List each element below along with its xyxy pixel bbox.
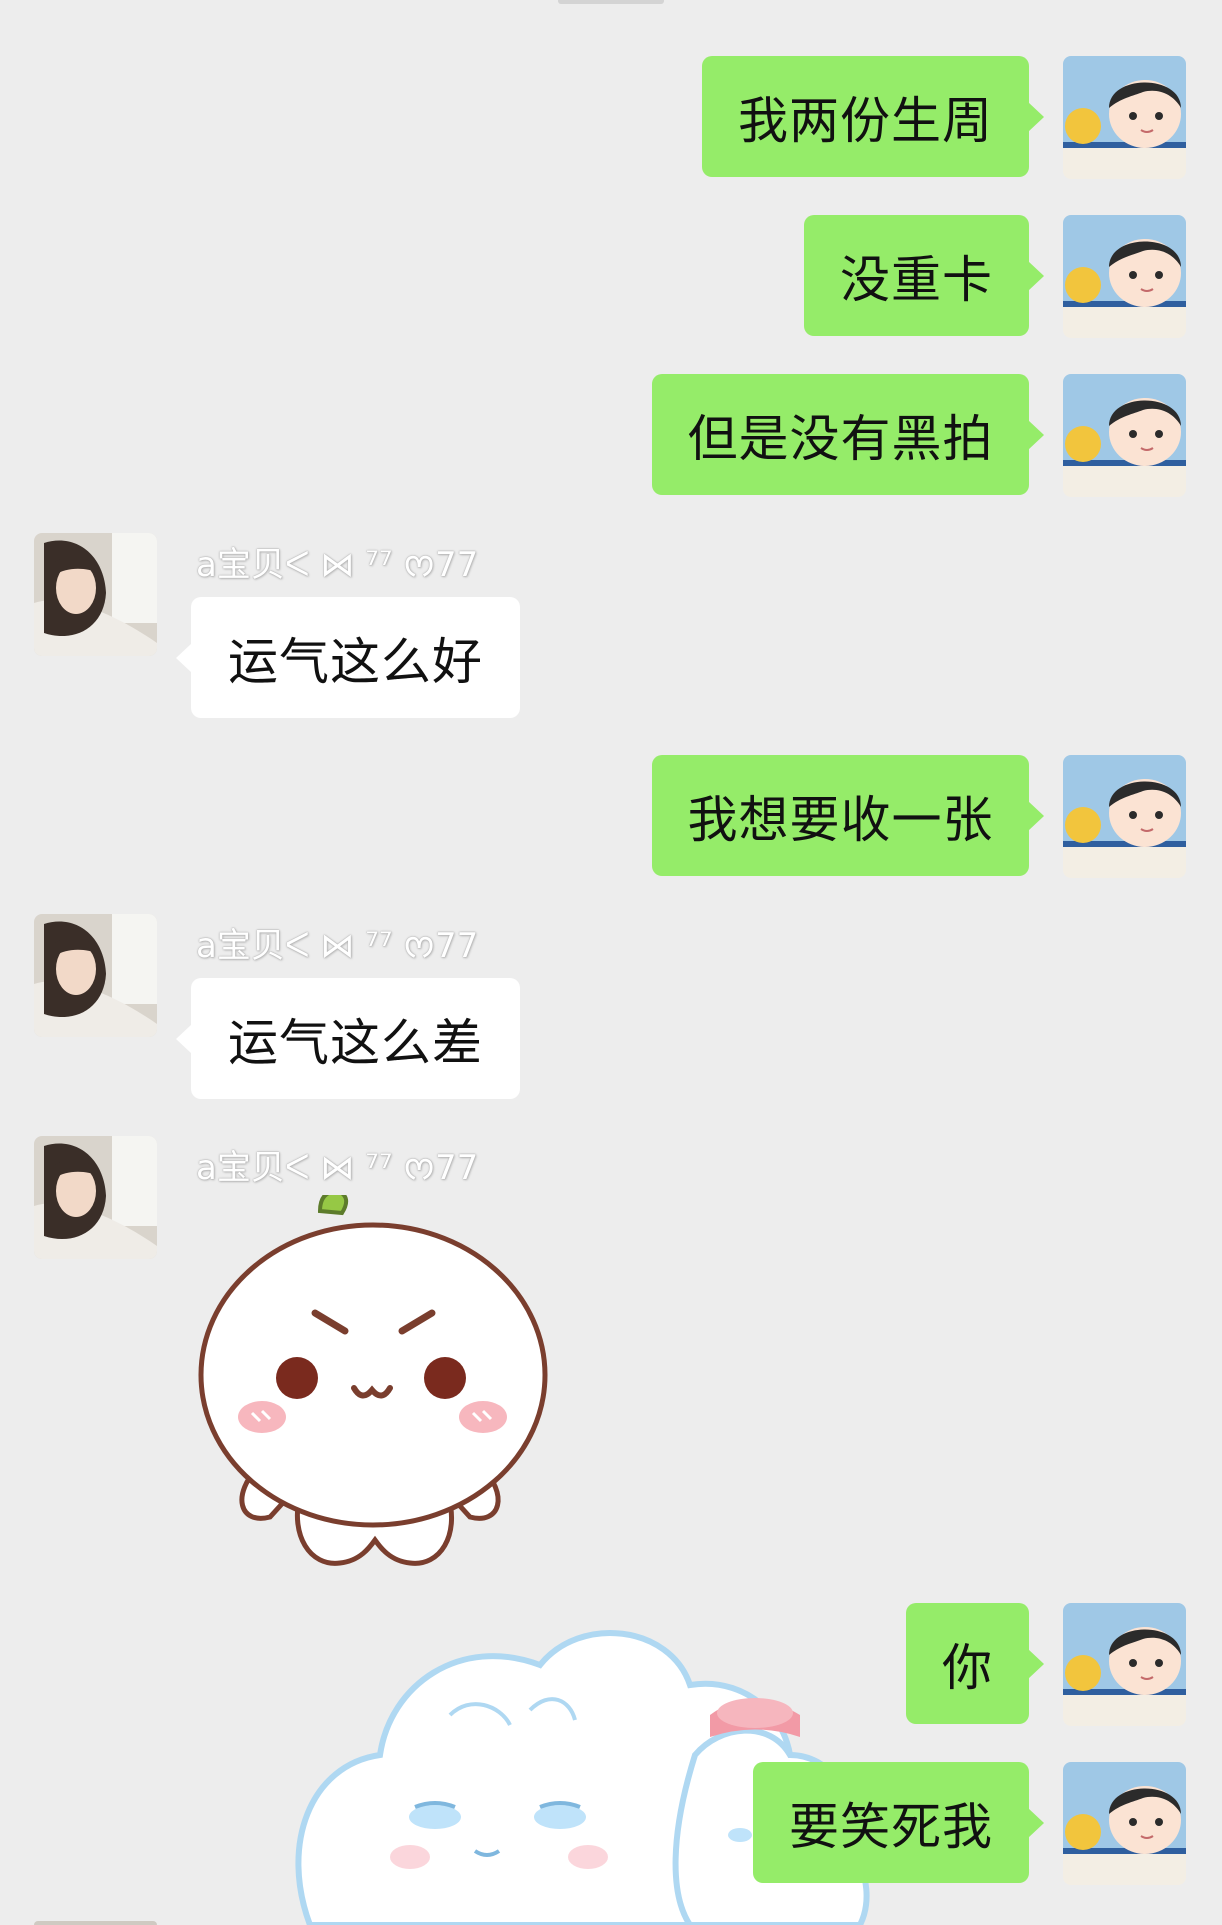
message-text: 我想要收一张 xyxy=(687,790,994,849)
message-text: 但是没有黑拍 xyxy=(687,409,994,468)
my-avatar[interactable] xyxy=(1063,1762,1186,1885)
message-bubble-outgoing[interactable]: 要笑死我 xyxy=(753,1762,1044,1883)
message-bubble-outgoing[interactable]: 你 xyxy=(906,1603,1044,1724)
friend-nickname: a宝贝ᐸ ⋈ ⁷⁷ ᰔ77 xyxy=(196,926,479,966)
friend-nickname: a宝贝ᐸ ⋈ ⁷⁷ ᰔ77 xyxy=(196,1148,479,1188)
message-text: 没重卡 xyxy=(840,250,993,309)
my-avatar[interactable] xyxy=(1063,215,1186,338)
top-scroll-indicator xyxy=(558,0,664,4)
angry-white-bun-sticker[interactable] xyxy=(190,1195,560,1570)
friend-avatar-partial[interactable] xyxy=(34,1921,157,1925)
my-avatar[interactable] xyxy=(1063,56,1186,179)
friend-nickname: a宝贝ᐸ ⋈ ⁷⁷ ᰔ77 xyxy=(196,545,479,585)
message-bubble-outgoing[interactable]: 我两份生周 xyxy=(702,56,1044,177)
message-text: 运气这么差 xyxy=(228,1013,483,1072)
friend-avatar[interactable] xyxy=(34,533,157,656)
my-avatar[interactable] xyxy=(1063,1603,1186,1726)
message-text: 我两份生周 xyxy=(738,91,993,150)
message-bubble-incoming[interactable]: 运气这么差 xyxy=(176,978,520,1099)
message-text: 运气这么好 xyxy=(228,632,483,691)
message-bubble-incoming[interactable]: 运气这么好 xyxy=(176,597,520,718)
friend-avatar[interactable] xyxy=(34,1136,157,1259)
message-text: 要笑死我 xyxy=(789,1797,993,1856)
my-avatar[interactable] xyxy=(1063,755,1186,878)
message-text: 你 xyxy=(942,1638,993,1697)
message-bubble-outgoing[interactable]: 但是没有黑拍 xyxy=(652,374,1044,495)
message-bubble-outgoing[interactable]: 我想要收一张 xyxy=(652,755,1044,876)
message-bubble-outgoing[interactable]: 没重卡 xyxy=(804,215,1044,336)
friend-avatar[interactable] xyxy=(34,914,157,1037)
my-avatar[interactable] xyxy=(1063,374,1186,497)
